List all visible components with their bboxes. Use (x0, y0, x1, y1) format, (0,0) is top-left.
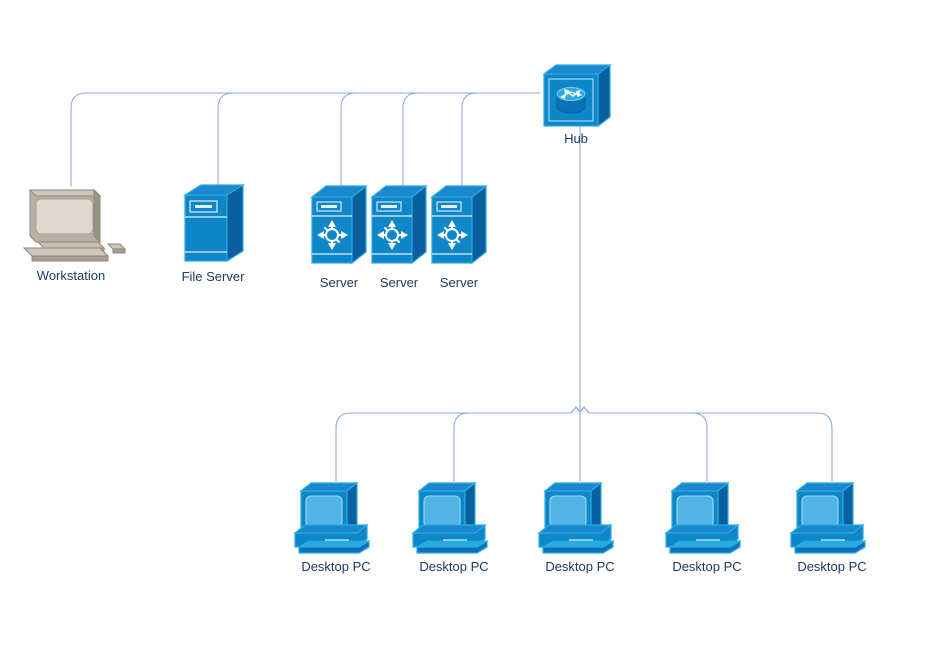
link-hub-server-3 (461, 92, 541, 187)
desktop-pc-icon[interactable] (291, 481, 381, 557)
link-hub-file-server (217, 92, 541, 187)
server-tower-icon[interactable] (368, 183, 430, 273)
node-desktop-pc-1[interactable]: Desktop PC (291, 481, 381, 575)
node-hub[interactable]: Hub (540, 63, 612, 147)
node-label-server-3: Server (439, 275, 479, 290)
node-workstation[interactable]: Workstation (16, 186, 127, 284)
node-desktop-pc-5[interactable]: Desktop PC (787, 481, 877, 575)
node-label-workstation: Workstation (36, 268, 106, 283)
link-hub-desktop-pc-2 (453, 406, 581, 482)
desktop-pc-icon[interactable] (409, 481, 499, 557)
hub-cube-icon[interactable] (540, 63, 612, 129)
node-desktop-pc-2[interactable]: Desktop PC (409, 481, 499, 575)
node-label-desktop-pc-1: Desktop PC (301, 559, 371, 574)
workstation-crt-icon[interactable] (16, 186, 127, 266)
desktop-pc-icon[interactable] (787, 481, 877, 557)
node-label-desktop-pc-2: Desktop PC (419, 559, 489, 574)
desktop-pc-icon[interactable] (535, 481, 625, 557)
node-desktop-pc-4[interactable]: Desktop PC (662, 481, 752, 575)
network-diagram-canvas: Workstation File Server Server Server Se… (0, 0, 938, 663)
server-tower-icon[interactable] (308, 183, 370, 273)
link-hub-server-2 (402, 92, 541, 187)
node-label-server-2: Server (379, 275, 419, 290)
link-hub-desktop-pc-1 (335, 406, 581, 482)
node-label-file-server: File Server (181, 269, 245, 284)
node-server-3[interactable]: Server (428, 183, 490, 291)
node-label-desktop-pc-4: Desktop PC (672, 559, 742, 574)
node-label-hub: Hub (564, 131, 588, 146)
desktop-pc-icon[interactable] (662, 481, 752, 557)
link-hub-server-1 (340, 92, 541, 187)
link-hub-workstation (70, 92, 541, 187)
link-hub-desktop-pc-4 (579, 406, 708, 482)
node-file-server[interactable]: File Server (177, 183, 249, 285)
node-server-2[interactable]: Server (368, 183, 430, 291)
server-tower-icon[interactable] (428, 183, 490, 273)
node-label-desktop-pc-3: Desktop PC (545, 559, 615, 574)
node-server-1[interactable]: Server (308, 183, 370, 291)
file-server-tower-icon[interactable] (177, 183, 249, 267)
node-label-server-1: Server (319, 275, 359, 290)
link-hub-desktop-pc-5 (579, 406, 833, 482)
node-desktop-pc-3[interactable]: Desktop PC (535, 481, 625, 575)
node-label-desktop-pc-5: Desktop PC (797, 559, 867, 574)
